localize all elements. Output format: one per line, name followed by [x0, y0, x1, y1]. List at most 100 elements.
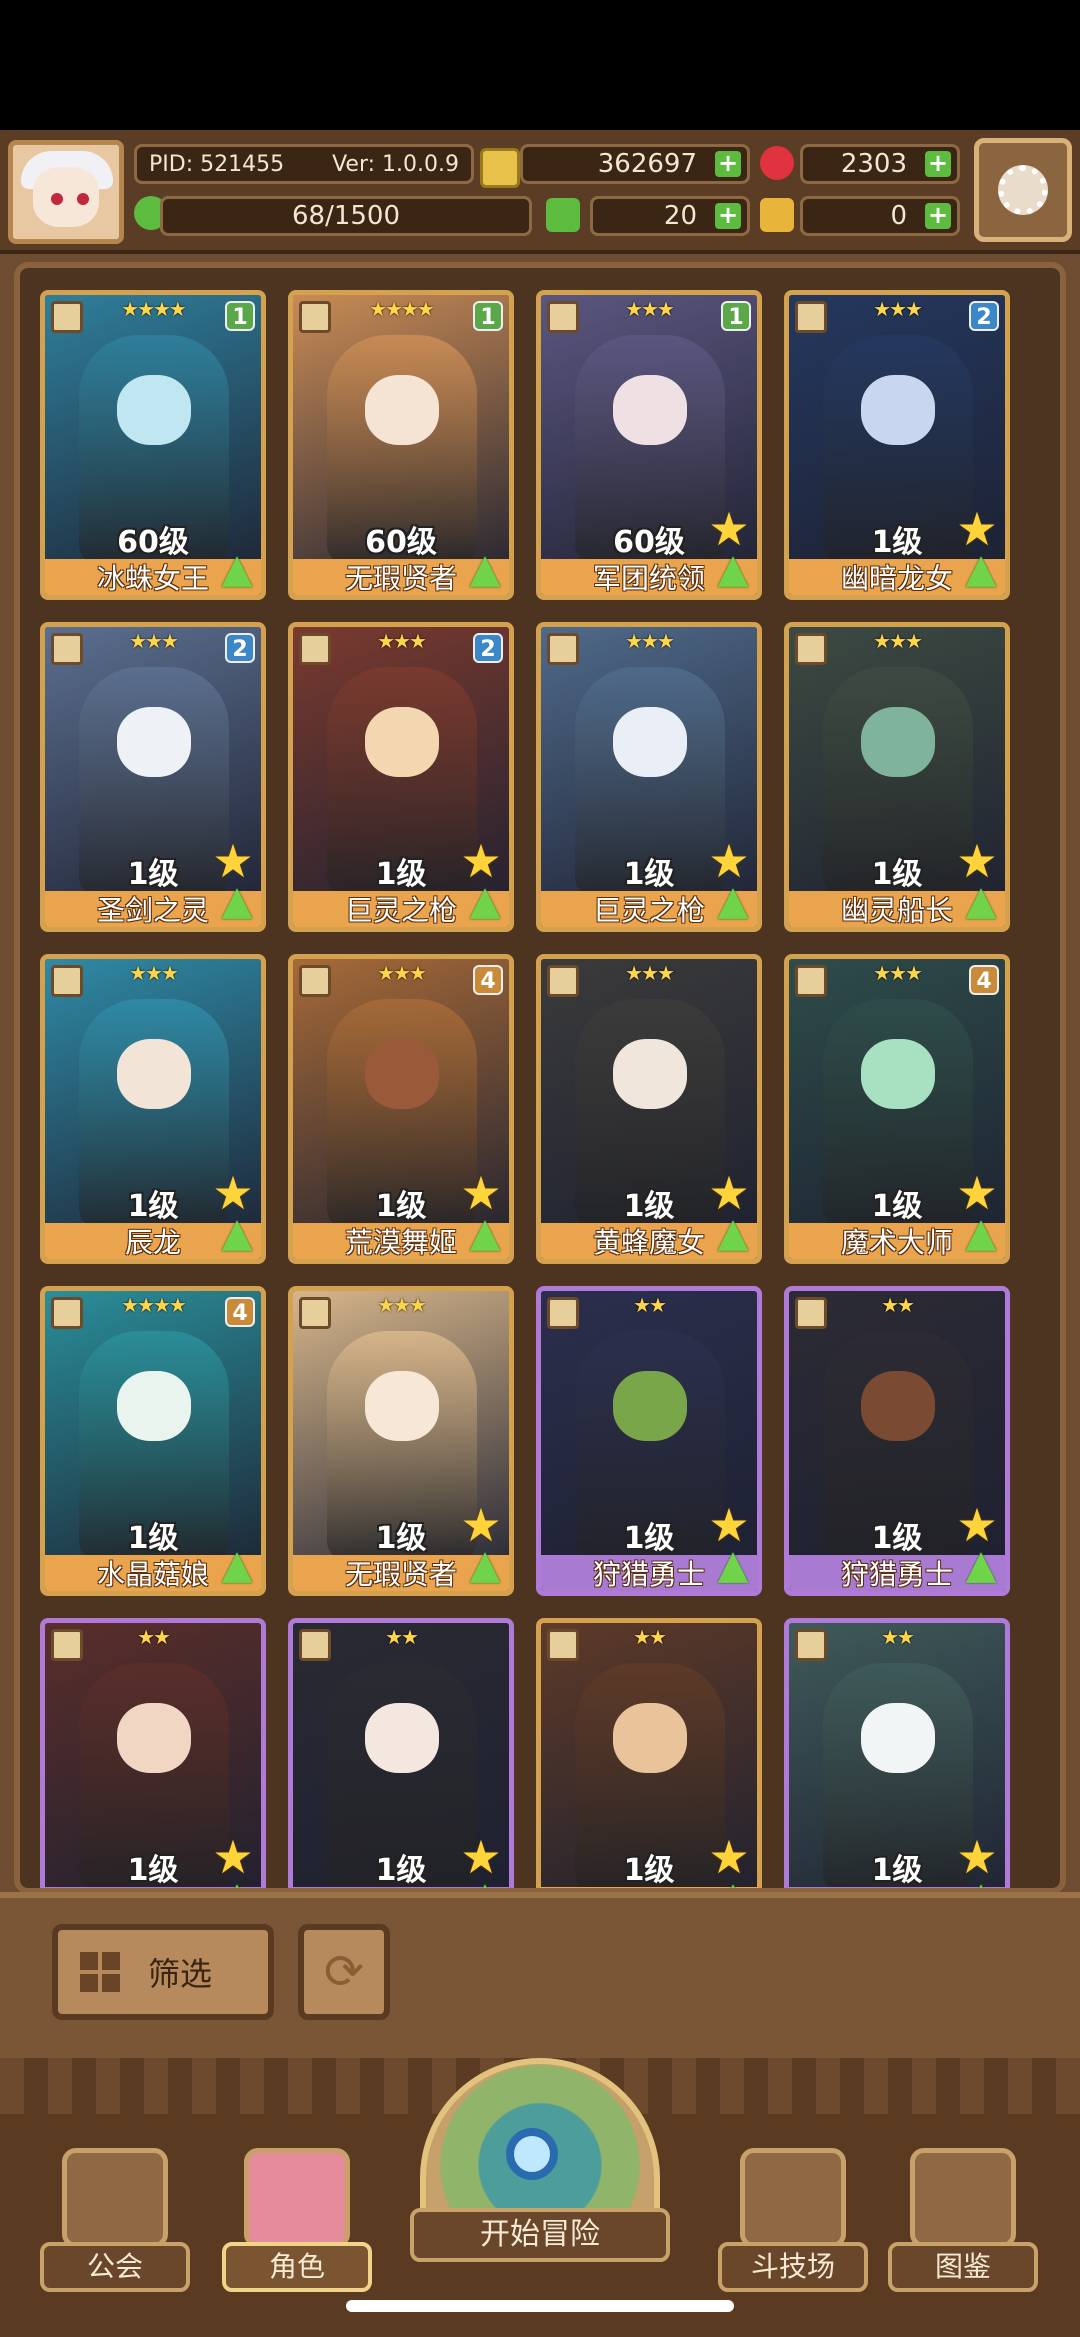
character-card[interactable]: ★★1级★▲	[784, 1618, 1010, 1888]
refresh-icon: ⟳	[323, 1944, 365, 2000]
nav-character-label: 角色	[222, 2242, 372, 2292]
nav-character[interactable]: 角色	[222, 2148, 372, 2292]
star-upgrade-icon: ★	[956, 502, 998, 556]
rank-badge: 1	[225, 301, 255, 331]
character-card[interactable]: ★★1级★▲	[288, 1618, 514, 1888]
status-header: PID: 521455 Ver: 1.0.0.9 362697 + 2303 +…	[0, 130, 1080, 254]
character-face	[613, 1371, 687, 1441]
level-up-arrow-icon: ▲	[717, 1210, 749, 1256]
character-card[interactable]: ★★★★ 1 60级 冰蛛女王 ▲	[40, 290, 266, 600]
clover-counter: 20 +	[590, 196, 750, 236]
nav-guild[interactable]: 公会	[40, 2148, 190, 2292]
guild-hall-icon	[62, 2148, 168, 2248]
add-keys-button[interactable]: +	[925, 203, 951, 229]
character-card[interactable]: ★★★ 1级 ★ 巨灵之枪 ▲	[536, 622, 762, 932]
rarity-stars: ★★★	[129, 961, 179, 985]
level-up-arrow-icon: ▲	[221, 546, 253, 592]
character-card[interactable]: ★★ 1级 ★ 狩猎勇士 ▲	[784, 1286, 1010, 1596]
rank-badge: 4	[473, 965, 503, 995]
rarity-stars: ★★★	[377, 1293, 427, 1317]
level-up-arrow-icon: ▲	[965, 1542, 997, 1588]
character-card[interactable]: ★★★ 2 1级 ★ 巨灵之枪 ▲	[288, 622, 514, 932]
nav-codex[interactable]: 图鉴	[888, 2148, 1038, 2292]
rarity-stars: ★★	[137, 1625, 171, 1649]
character-grid: ★★★★ 1 60级 冰蛛女王 ▲ ★★★★ 1 60级 无瑕贤者 ▲ ★★★ 1 60级 ★ 军团统领 ▲ ★…	[14, 262, 1066, 1894]
character-face	[861, 707, 935, 777]
star-upgrade-icon: ★	[460, 1830, 502, 1884]
character-face	[613, 1703, 687, 1773]
level-up-arrow-icon: ▲	[965, 878, 997, 924]
character-face	[861, 1371, 935, 1441]
start-adventure-button[interactable]: 开始冒险	[410, 2058, 670, 2308]
rank-badge: 2	[473, 633, 503, 663]
rank-badge: 4	[969, 965, 999, 995]
refresh-button[interactable]: ⟳	[298, 1924, 390, 2020]
character-face	[861, 1703, 935, 1773]
grid-icon	[80, 1952, 120, 1992]
magnifier-icon	[506, 2128, 558, 2180]
character-face	[613, 375, 687, 445]
character-face	[117, 1703, 191, 1773]
star-upgrade-icon: ★	[460, 1166, 502, 1220]
filter-button[interactable]: 筛选	[52, 1924, 274, 2020]
star-upgrade-icon: ★	[708, 1166, 750, 1220]
key-counter: 0 +	[800, 196, 960, 236]
character-card[interactable]: ★★★ 2 1级 ★ 圣剑之灵 ▲	[40, 622, 266, 932]
character-card[interactable]: ★★★ 4 1级 ★ 魔术大师 ▲	[784, 954, 1010, 1264]
level-up-arrow-icon: ▲	[965, 1210, 997, 1256]
nav-arena[interactable]: 斗技场	[718, 2148, 868, 2292]
level-up-arrow-icon: ▲	[717, 546, 749, 592]
rank-badge: 1	[721, 301, 751, 331]
character-card[interactable]: ★★★ 1级 ★ 辰龙 ▲	[40, 954, 266, 1264]
exp-amount: 68/1500	[291, 201, 400, 231]
add-gold-button[interactable]: +	[715, 151, 741, 177]
star-upgrade-icon: ★	[212, 834, 254, 888]
character-card[interactable]: ★★★ 1 60级 ★ 军团统领 ▲	[536, 290, 762, 600]
character-face	[117, 1371, 191, 1441]
character-card[interactable]: ★★★ 1级 ★ 黄蜂魔女 ▲	[536, 954, 762, 1264]
home-indicator[interactable]	[346, 2300, 734, 2312]
star-upgrade-icon: ★	[956, 1830, 998, 1884]
key-amount: 0	[890, 201, 907, 231]
character-face-icon	[244, 2148, 350, 2248]
character-card[interactable]: ★★★★ 4 1级 水晶菇娘 ▲	[40, 1286, 266, 1596]
gear-icon	[998, 165, 1048, 215]
id-version-panel: PID: 521455 Ver: 1.0.0.9	[134, 144, 474, 184]
character-face	[117, 707, 191, 777]
rank-badge: 4	[225, 1297, 255, 1327]
character-face	[613, 1039, 687, 1109]
character-face	[365, 707, 439, 777]
star-upgrade-icon: ★	[708, 834, 750, 888]
filter-bar: 筛选 ⟳	[0, 1892, 1080, 2058]
filter-label: 筛选	[148, 1955, 213, 1993]
ruby-gem-icon	[760, 146, 794, 180]
character-face	[861, 375, 935, 445]
clover-icon	[546, 198, 580, 232]
add-clover-button[interactable]: +	[715, 203, 741, 229]
character-card[interactable]: ★★1级★▲	[536, 1618, 762, 1888]
add-gems-button[interactable]: +	[925, 151, 951, 177]
settings-button[interactable]	[974, 138, 1072, 242]
character-card[interactable]: ★★1级★▲	[40, 1618, 266, 1888]
gold-counter: 362697 +	[520, 144, 750, 184]
character-face	[117, 1039, 191, 1109]
player-id: PID: 521455	[149, 151, 285, 177]
player-avatar[interactable]	[8, 140, 124, 244]
character-card[interactable]: ★★★ 2 1级 ★ 幽暗龙女 ▲	[784, 290, 1010, 600]
version-label: Ver: 1.0.0.9	[332, 151, 459, 177]
character-face	[365, 375, 439, 445]
level-up-arrow-icon: ▲	[965, 546, 997, 592]
character-card[interactable]: ★★★ 1级 ★ 无瑕贤者 ▲	[288, 1286, 514, 1596]
character-card[interactable]: ★★★★ 1 60级 无瑕贤者 ▲	[288, 290, 514, 600]
character-card[interactable]: ★★★ 4 1级 ★ 荒漠舞姬 ▲	[288, 954, 514, 1264]
character-face	[365, 1039, 439, 1109]
character-card[interactable]: ★★ 1级 ★ 狩猎勇士 ▲	[536, 1286, 762, 1596]
rank-badge: 2	[969, 301, 999, 331]
clover-amount: 20	[663, 201, 697, 231]
rarity-stars: ★★★	[873, 629, 923, 653]
star-upgrade-icon: ★	[956, 1166, 998, 1220]
start-adventure-label: 开始冒险	[410, 2208, 670, 2262]
character-card[interactable]: ★★★ 1级 ★ 幽灵船长 ▲	[784, 622, 1010, 932]
key-icon	[760, 198, 794, 232]
star-upgrade-icon: ★	[212, 1166, 254, 1220]
